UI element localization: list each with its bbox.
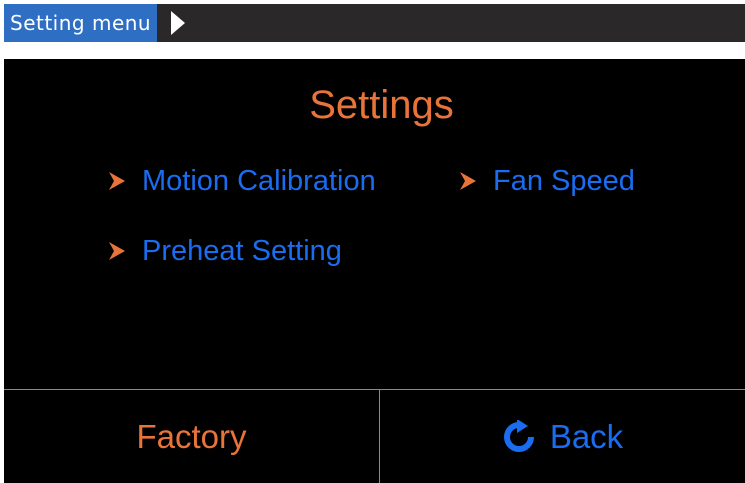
menu-item-label: Preheat Setting bbox=[142, 235, 342, 267]
refresh-icon bbox=[503, 419, 534, 452]
chevron-right-icon bbox=[109, 242, 125, 260]
page-title: Settings bbox=[309, 83, 454, 127]
menu-item-label: Motion Calibration bbox=[142, 165, 376, 197]
menu-item-preheat-setting[interactable]: Preheat Setting bbox=[108, 231, 342, 271]
chevron-right-icon bbox=[460, 172, 476, 190]
header-bar: Setting menu bbox=[4, 4, 745, 42]
menu-item-motion-calibration[interactable]: Motion Calibration bbox=[108, 161, 376, 201]
menu-item-fan-speed[interactable]: Fan Speed bbox=[459, 161, 635, 201]
settings-screen: Settings Motion Calibration Fan Speed Pr… bbox=[4, 59, 745, 483]
chevron-right-icon bbox=[109, 172, 125, 190]
factory-button-label: Factory bbox=[136, 417, 247, 455]
factory-button[interactable]: Factory bbox=[4, 390, 379, 483]
menu-item-label: Fan Speed bbox=[493, 165, 635, 197]
back-button[interactable]: Back bbox=[380, 390, 745, 483]
back-button-label: Back bbox=[549, 417, 624, 455]
triangle-right-icon bbox=[171, 11, 185, 35]
header-title: Setting menu bbox=[4, 4, 158, 42]
